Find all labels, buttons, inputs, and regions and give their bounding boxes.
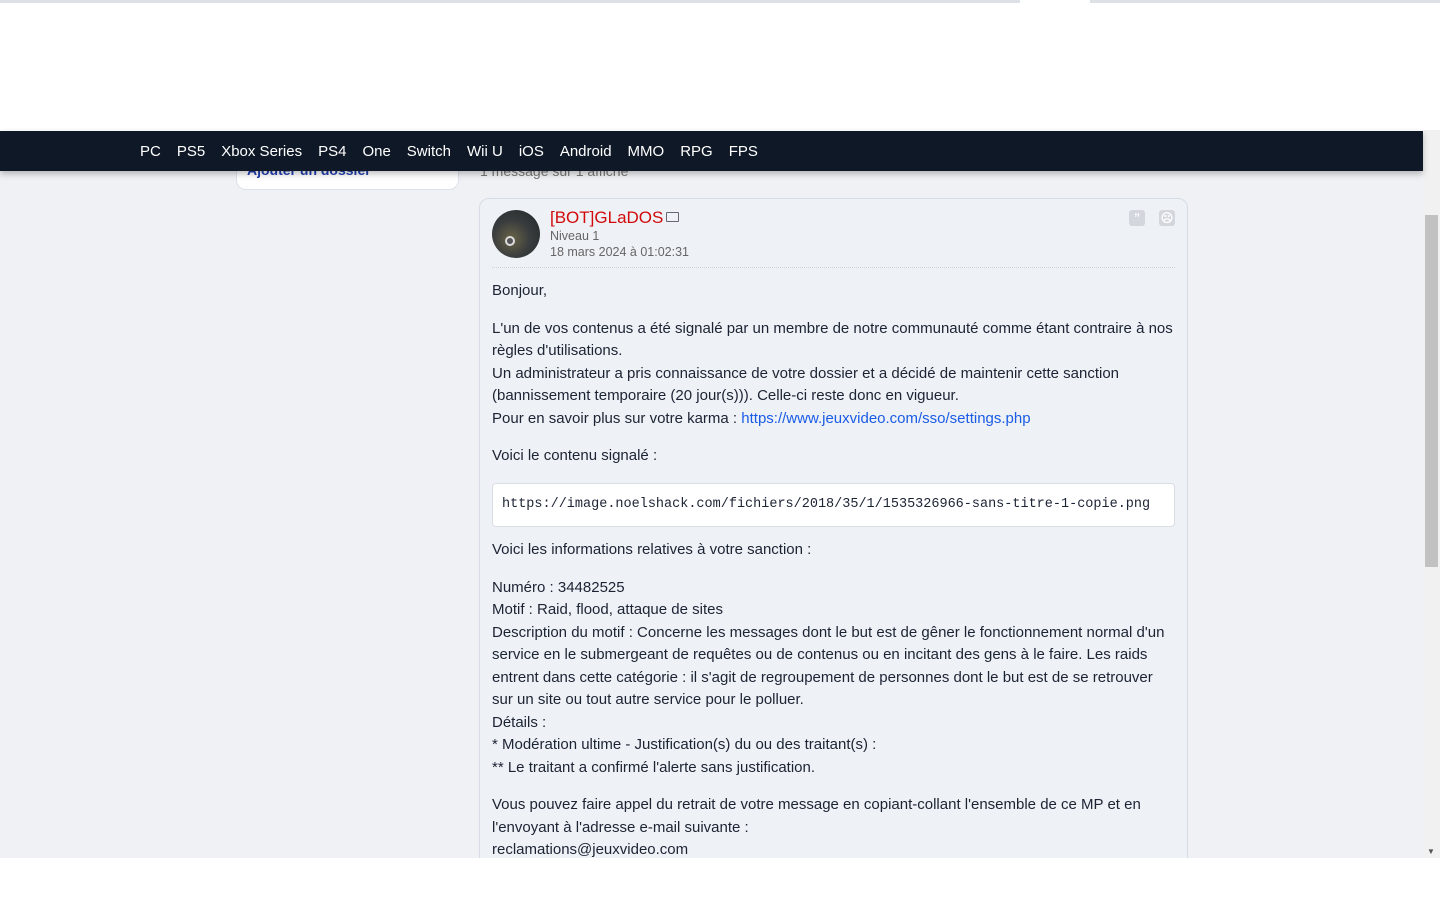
text: Vous pouvez faire appel du retrait de vo…: [492, 796, 1141, 836]
author-name[interactable]: [BOT]GLaDOS: [550, 208, 663, 228]
divider: [492, 267, 1175, 268]
text: Pour en savoir plus sur votre karma :: [492, 409, 742, 427]
bottom-bar: [0, 858, 1440, 900]
sanction-description: Description du motif : Concerne les mess…: [492, 623, 1165, 709]
sanction-number: Numéro : 34482525: [492, 578, 625, 596]
post-date: 18 mars 2024 à 01:02:31: [550, 245, 689, 259]
text: * Modération ultime - Justification(s) d…: [492, 736, 877, 753]
site-header: [0, 3, 1440, 131]
nav-mmo[interactable]: MMO: [628, 143, 665, 160]
quote-icon[interactable]: ”: [1129, 210, 1145, 226]
nav-rpg[interactable]: RPG: [680, 143, 713, 160]
nav-ios[interactable]: iOS: [519, 143, 544, 160]
sanction-reason: Motif : Raid, flood, attaque de sites: [492, 601, 723, 618]
scroll-down-arrow-icon[interactable]: ▼: [1427, 847, 1435, 856]
text: L'un de vos contenus a été signalé par u…: [492, 319, 1173, 360]
reported-content-block: https://image.noelshack.com/fichiers/201…: [492, 482, 1175, 527]
text: ** Le traitant a confirmé l'alerte sans …: [492, 758, 816, 776]
scrollbar[interactable]: ▼: [1423, 130, 1440, 858]
nav-xbox-series[interactable]: Xbox Series: [221, 143, 302, 160]
karma-link[interactable]: https://www.jeuxvideo.com/sso/settings.p…: [741, 410, 1030, 427]
nav-android[interactable]: Android: [560, 143, 612, 160]
avatar[interactable]: [492, 210, 540, 258]
nav-wii-u[interactable]: Wii U: [467, 143, 503, 160]
scrollbar-thumb[interactable]: [1425, 215, 1438, 567]
mail-icon[interactable]: [666, 212, 679, 222]
text: Voici les informations relatives à votre…: [492, 541, 812, 558]
text: Voici le contenu signalé :: [492, 447, 658, 464]
nav-switch[interactable]: Switch: [407, 143, 451, 160]
nav-ps4[interactable]: PS4: [318, 143, 346, 160]
nav-ps5[interactable]: PS5: [177, 143, 205, 160]
report-icon[interactable]: ☹: [1159, 210, 1175, 226]
message-body: Bonjour, L'un de vos contenus a été sign…: [492, 280, 1175, 877]
text: Un administrateur a pris connaissance de…: [492, 364, 1120, 405]
greeting: Bonjour,: [492, 282, 548, 299]
platform-nav: PC PS5 Xbox Series PS4 One Switch Wii U …: [0, 131, 1423, 171]
author-level: Niveau 1: [550, 229, 600, 243]
message-card: [BOT]GLaDOS Niveau 1 18 mars 2024 à 01:0…: [479, 198, 1188, 898]
nav-pc[interactable]: PC: [140, 143, 161, 160]
text: Détails :: [492, 713, 547, 731]
nav-one[interactable]: One: [362, 143, 390, 160]
nav-fps[interactable]: FPS: [729, 143, 758, 160]
appeal-email: reclamations@jeuxvideo.com: [492, 841, 689, 858]
